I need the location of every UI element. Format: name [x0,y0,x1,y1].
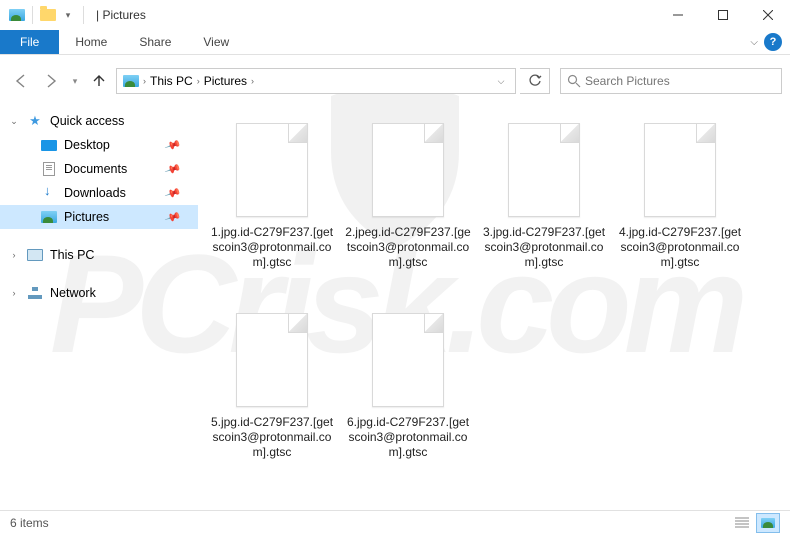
status-item-count: 6 items [10,516,49,530]
details-view-icon [735,517,749,529]
file-name: 6.jpg.id-C279F237.[getscoin3@protonmail.… [344,415,472,460]
content-area: ⌄ ★ Quick access Desktop 📌 Documents 📌 D… [0,103,790,510]
maximize-icon [718,10,728,20]
refresh-button[interactable] [520,68,550,94]
arrow-left-icon [13,73,29,89]
network-icon [26,285,44,301]
up-button[interactable] [86,68,112,94]
address-bar[interactable]: › This PC › Pictures › ⌵ [116,68,516,94]
breadcrumb-this-pc[interactable]: This PC [146,74,197,88]
window-title: | Pictures [96,8,146,22]
tab-view[interactable]: View [187,30,245,54]
navigation-pane: ⌄ ★ Quick access Desktop 📌 Documents 📌 D… [0,103,198,510]
nav-item-downloads[interactable]: Downloads 📌 [0,181,198,205]
titlebar: ▾ | Pictures [0,0,790,30]
help-icon[interactable]: ? [764,33,782,51]
file-name: 2.jpeg.id-C279F237.[getscoin3@protonmail… [344,225,472,270]
refresh-icon [528,74,542,88]
file-icon [644,123,716,217]
star-icon: ★ [26,113,44,129]
file-icon [508,123,580,217]
file-name: 5.jpg.id-C279F237.[getscoin3@protonmail.… [208,415,336,460]
recent-locations-button[interactable]: ▾ [68,68,82,94]
file-icon [236,123,308,217]
close-icon [763,10,773,20]
file-name: 1.jpg.id-C279F237.[getscoin3@protonmail.… [208,225,336,270]
nav-label: Downloads [64,186,126,200]
address-row: ▾ › This PC › Pictures › ⌵ [8,63,782,99]
file-name: 3.jpg.id-C279F237.[getscoin3@protonmail.… [480,225,608,270]
file-pane[interactable]: 1.jpg.id-C279F237.[getscoin3@protonmail.… [198,103,790,510]
chevron-right-icon[interactable]: › [8,288,20,298]
minimize-button[interactable] [655,0,700,30]
search-input[interactable] [585,74,775,88]
document-icon [40,161,58,177]
this-pc-icon [26,247,44,263]
search-icon [567,74,581,88]
nav-label: This PC [50,248,94,262]
chevron-down-icon[interactable]: ⌄ [8,116,20,127]
tab-home[interactable]: Home [59,30,123,54]
status-bar: 6 items [0,510,790,534]
nav-label: Quick access [50,114,124,128]
nav-quick-access[interactable]: ⌄ ★ Quick access [0,109,198,133]
qat-dropdown-icon[interactable]: ▾ [59,7,77,23]
file-icon [372,123,444,217]
arrow-up-icon [91,73,107,89]
pin-icon: 📌 [164,184,182,202]
ribbon: File Home Share View ⌵ ? [0,30,790,55]
file-item[interactable]: 3.jpg.id-C279F237.[getscoin3@protonmail.… [476,113,612,303]
app-icon [8,7,26,23]
file-item[interactable]: 5.jpg.id-C279F237.[getscoin3@protonmail.… [204,303,340,493]
back-button[interactable] [8,68,34,94]
desktop-icon [40,137,58,153]
nav-label: Pictures [64,210,109,224]
arrow-right-icon [43,73,59,89]
chevron-right-icon[interactable]: › [8,250,20,260]
maximize-button[interactable] [700,0,745,30]
qat-folder-icon[interactable] [39,7,57,23]
forward-button[interactable] [38,68,64,94]
minimize-icon [673,10,683,20]
file-tab[interactable]: File [0,30,59,54]
view-details-button[interactable] [730,513,754,533]
search-box[interactable] [560,68,782,94]
file-icon [236,313,308,407]
file-item[interactable]: 1.jpg.id-C279F237.[getscoin3@protonmail.… [204,113,340,303]
nav-item-desktop[interactable]: Desktop 📌 [0,133,198,157]
nav-label: Network [50,286,96,300]
file-item[interactable]: 4.jpg.id-C279F237.[getscoin3@protonmail.… [612,113,748,303]
breadcrumb-pictures[interactable]: Pictures [200,74,251,88]
tab-share[interactable]: Share [123,30,187,54]
file-item[interactable]: 2.jpeg.id-C279F237.[getscoin3@protonmail… [340,113,476,303]
pin-icon: 📌 [164,160,182,178]
nav-item-pictures[interactable]: Pictures 📌 [0,205,198,229]
pin-icon: 📌 [164,136,182,154]
pin-icon: 📌 [164,208,182,226]
nav-item-documents[interactable]: Documents 📌 [0,157,198,181]
large-icons-view-icon [761,518,775,528]
ribbon-expand-icon[interactable]: ⌵ [750,37,758,48]
nav-item-this-pc[interactable]: › This PC [0,243,198,267]
file-icon [372,313,444,407]
qat-separator [32,6,33,24]
nav-label: Documents [64,162,127,176]
address-dropdown-button[interactable]: ⌵ [489,69,513,93]
download-icon [40,185,58,201]
nav-item-network[interactable]: › Network [0,281,198,305]
qat-separator-2 [83,6,84,24]
breadcrumb-root-icon[interactable] [119,75,143,87]
view-large-icons-button[interactable] [756,513,780,533]
pictures-icon [40,209,58,225]
file-item[interactable]: 6.jpg.id-C279F237.[getscoin3@protonmail.… [340,303,476,493]
chevron-right-icon[interactable]: › [251,76,254,86]
nav-label: Desktop [64,138,110,152]
close-button[interactable] [745,0,790,30]
file-name: 4.jpg.id-C279F237.[getscoin3@protonmail.… [616,225,744,270]
